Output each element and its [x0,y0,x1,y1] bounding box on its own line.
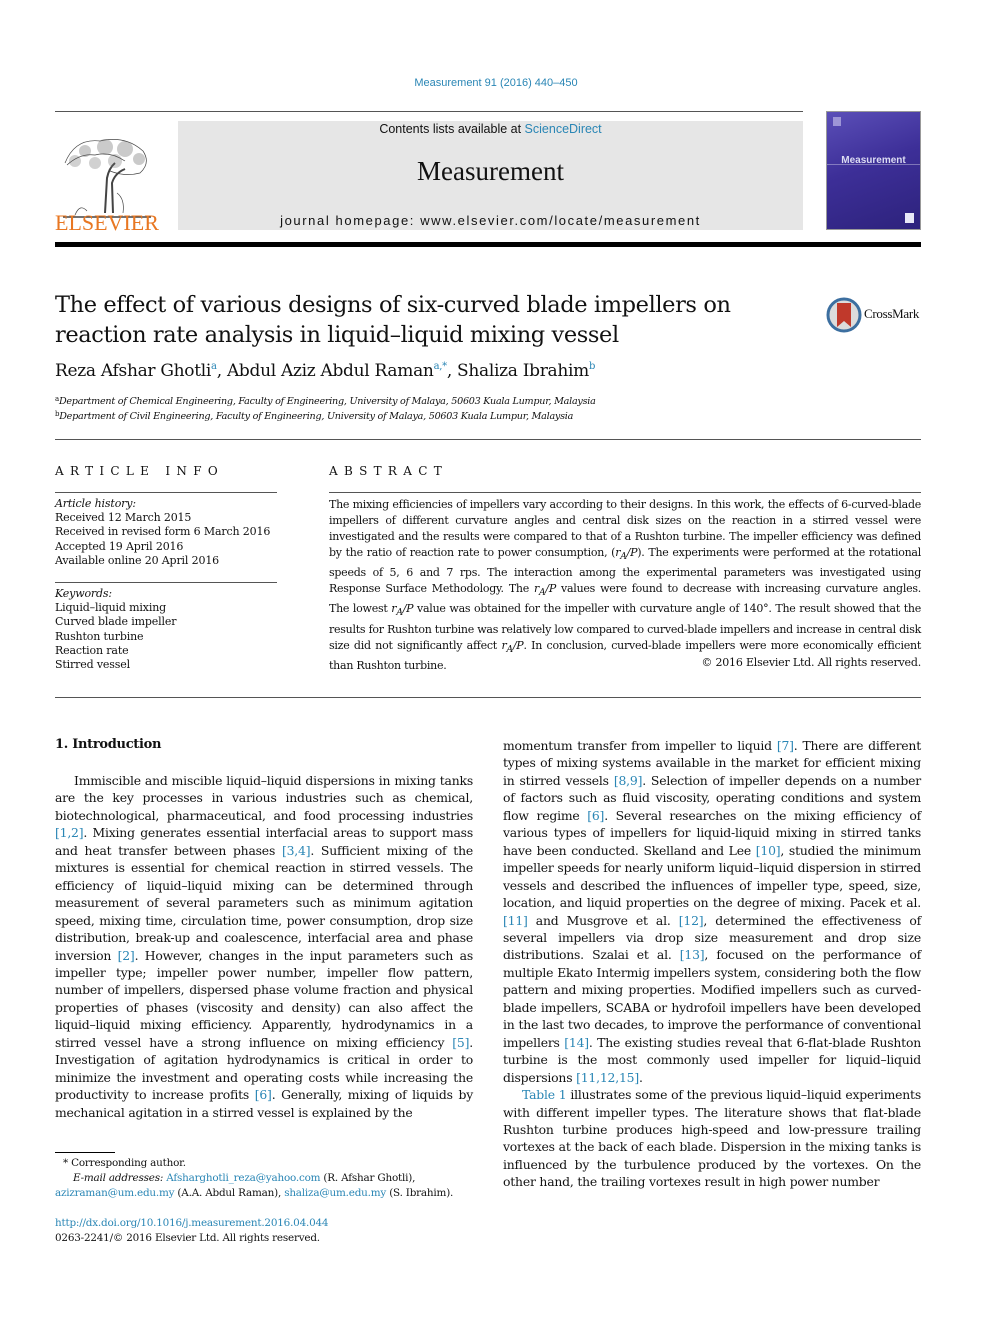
paragraph: Immiscible and miscible liquid–liquid di… [55,772,473,1121]
email-owner: (A.A. Abdul Raman), [174,1187,285,1199]
email-label: E-mail addresses: [73,1172,167,1184]
contents-prefix: Contents lists available at [379,122,525,136]
journal-homepage[interactable]: journal homepage: www.elsevier.com/locat… [178,213,803,228]
divider [55,439,921,440]
author-affiliation-marker[interactable]: a [211,361,217,372]
keyword[interactable]: Reaction rate [55,644,277,658]
keywords: Keywords: Liquid–liquid mixing Curved bl… [55,587,277,672]
affiliation: bDepartment of Civil Engineering, Facult… [55,410,573,422]
reference-link[interactable]: [1,2] [55,825,84,840]
article-history: Article history: Received 12 March 2015 … [55,497,277,568]
paragraph: Table 1 illustrates some of the previous… [503,1086,921,1191]
body-text: momentum transfer from impeller to liqui… [503,738,777,753]
corresponding-author-note: * Corresponding author. [63,1157,186,1169]
table-link[interactable]: Table 1 [522,1087,567,1102]
abstract-copyright: © 2016 Elsevier Ltd. All rights reserved… [701,656,921,669]
divider [55,492,277,493]
body-column-left: Immiscible and miscible liquid–liquid di… [55,772,473,1121]
reference-link[interactable]: [10] [756,843,781,858]
author-name[interactable]: Abdul Aziz Abdul Raman [227,361,434,381]
history-item: Received 12 March 2015 [55,511,192,525]
email-owner: (S. Ibrahim). [386,1187,454,1199]
email-link[interactable]: shaliza@um.edu.my [284,1187,386,1199]
reference-link[interactable]: [11] [503,913,528,928]
body-column-right: momentum transfer from impeller to liqui… [503,737,921,1191]
math-p: /P [545,582,557,596]
divider [329,492,921,493]
keyword[interactable]: Stirred vessel [55,658,277,672]
affiliation-text: Department of Chemical Engineering, Facu… [58,396,596,407]
affiliation: aDepartment of Chemical Engineering, Fac… [55,395,596,407]
divider [55,582,277,583]
article-info-heading: ARTICLE INFO [55,464,224,478]
body-text: Immiscible and miscible liquid–liquid di… [55,773,473,823]
paragraph: momentum transfer from impeller to liqui… [503,737,921,1086]
reference-link[interactable]: [2] [118,948,135,963]
keywords-label: Keywords: [55,587,112,600]
history-label: Article history: [55,497,136,510]
keyword[interactable]: Liquid–liquid mixing [55,601,277,615]
journal-citation-link[interactable]: Measurement 91 (2016) 440–450 [0,77,992,89]
contents-available: Contents lists available at ScienceDirec… [178,121,803,136]
reference-link[interactable]: [5] [452,1035,469,1050]
footnote-rule [55,1152,115,1153]
divider [55,697,921,698]
cover-title: Measurement [841,155,906,166]
body-text: . Sufficient mixing of the mixtures is e… [55,842,473,963]
crossmark-icon[interactable] [826,297,862,333]
body-text: . [638,1069,643,1085]
cover-badge-icon [905,213,914,223]
reference-link[interactable]: [6] [255,1087,272,1102]
email-owner: (R. Afshar Ghotli), [320,1172,416,1184]
email-link[interactable]: Afsharghotli_reza@yahoo.com [166,1172,320,1184]
reference-link[interactable]: [11,12,15] [576,1070,639,1085]
author-name[interactable]: Reza Afshar Ghotli [55,361,211,381]
author-name[interactable]: Shaliza Ibrahim [457,361,589,381]
keyword[interactable]: Curved blade impeller [55,615,277,629]
journal-title: Measurement [417,156,564,186]
email-addresses: E-mail addresses: Afsharghotli_reza@yaho… [55,1171,475,1201]
reference-link[interactable]: [3,4] [282,843,311,858]
reference-link[interactable]: [8,9] [614,773,643,788]
reference-link[interactable]: [13] [680,947,705,962]
cover-publisher-icon [833,117,841,126]
doi-link[interactable]: http://dx.doi.org/10.1016/j.measurement.… [55,1217,329,1229]
history-item: Received in revised form 6 March 2016 [55,525,271,539]
author-affiliation-marker[interactable]: b [589,361,595,372]
math-p: /P [402,602,414,616]
math-p: /P [626,546,638,559]
issn-copyright: 0263-2241/© 2016 Elsevier Ltd. All right… [55,1231,320,1244]
footnotes: * Corresponding author. E-mail addresses… [55,1156,475,1201]
doi-block: http://dx.doi.org/10.1016/j.measurement.… [55,1216,329,1245]
abstract-body: The mixing efficiencies of impellers var… [329,497,921,674]
body-text: and Musgrove et al. [527,912,679,928]
section-heading-introduction: 1. Introduction [55,737,162,752]
author-list: Reza Afshar Ghotlia, Abdul Aziz Abdul Ra… [55,361,596,381]
history-item: Available online 20 April 2016 [55,553,220,567]
author-affiliation-marker[interactable]: a,* [434,361,448,372]
header-thick-rule [55,242,921,247]
reference-link[interactable]: [14] [564,1035,589,1050]
email-link[interactable]: azizraman@um.edu.my [55,1187,175,1199]
crossmark-label[interactable]: CrossMark [864,306,919,322]
body-text: illustrates some of the previous liquid–… [503,1087,921,1190]
keyword[interactable]: Rushton turbine [55,630,277,644]
reference-link[interactable]: [7] [777,738,794,753]
elsevier-wordmark[interactable]: ELSEVIER [55,210,159,236]
abstract-heading: ABSTRACT [329,464,448,478]
reference-link[interactable]: [6] [587,808,604,823]
journal-cover-image[interactable]: Measurement [826,111,921,230]
header-rule [55,111,803,112]
history-item: Accepted 19 April 2016 [55,539,184,553]
article-title: The effect of various designs of six-cur… [55,292,731,348]
sciencedirect-link[interactable]: ScienceDirect [525,122,602,136]
citation-link[interactable]: Measurement 91 (2016) 440–450 [414,77,577,89]
affiliation-text: Department of Civil Engineering, Faculty… [59,411,574,422]
math-p: /P [512,638,524,652]
reference-link[interactable]: [12] [679,913,704,928]
